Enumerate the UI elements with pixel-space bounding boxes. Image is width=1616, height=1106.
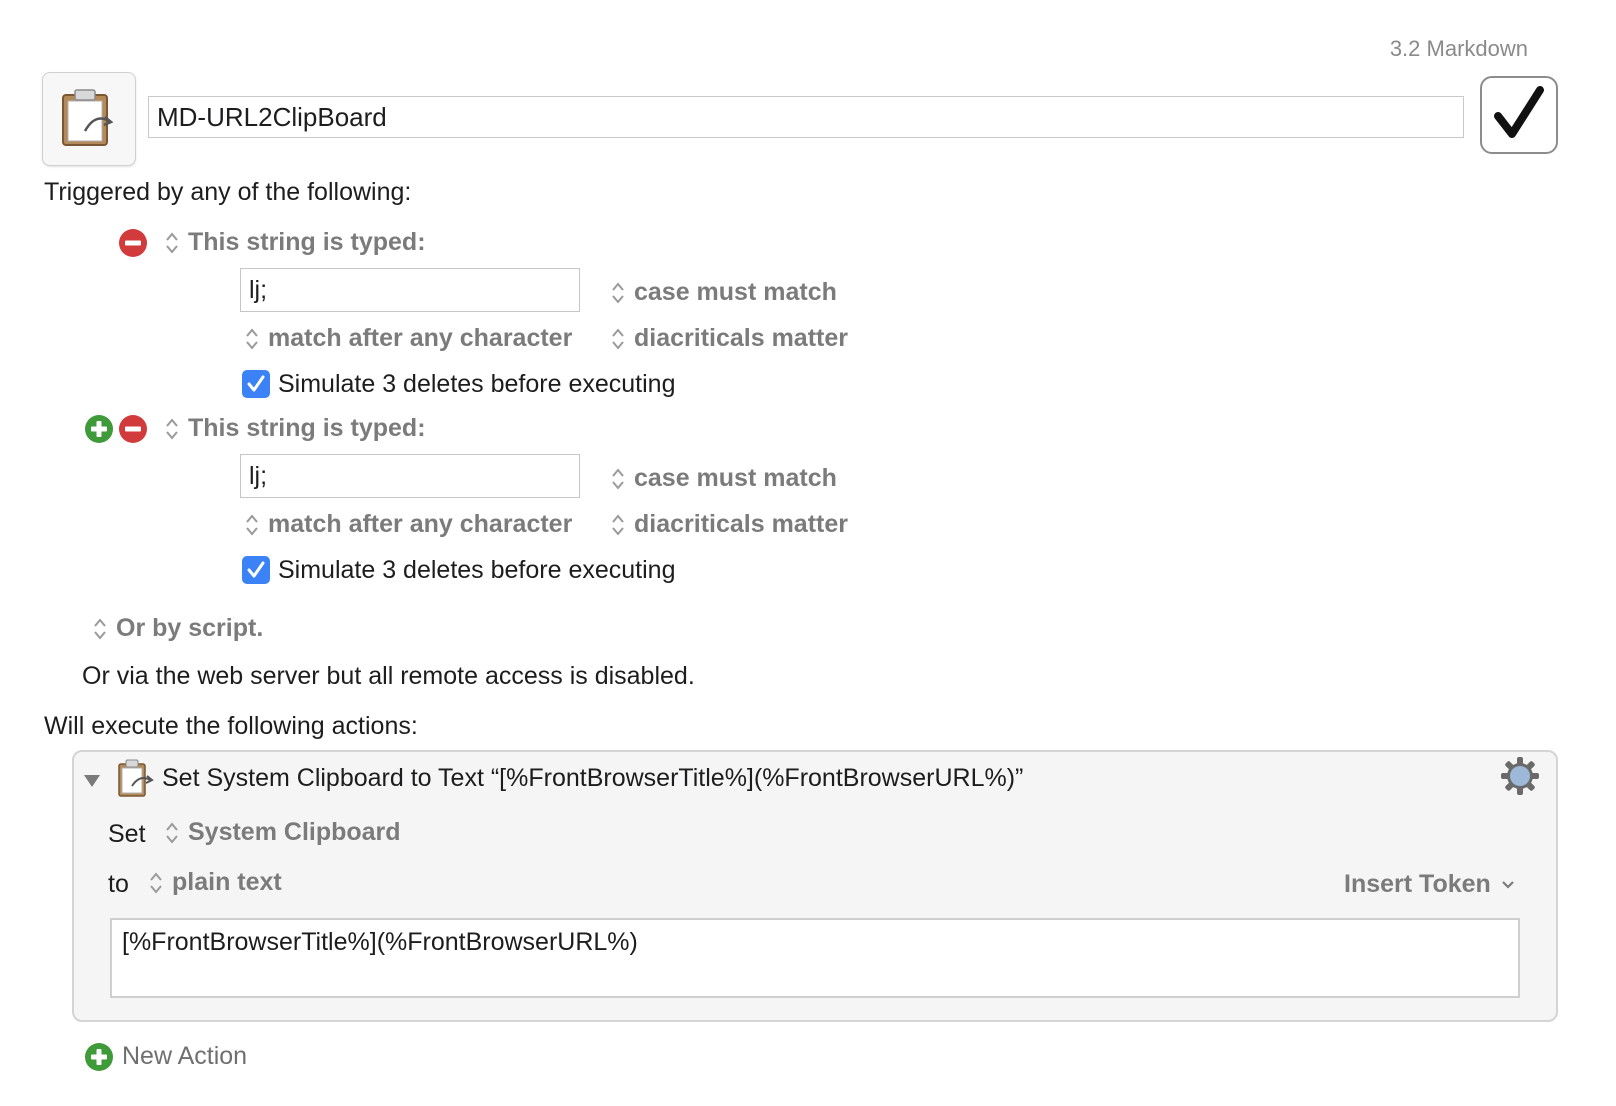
updown-chevron-icon bbox=[244, 511, 260, 539]
clipboard-icon bbox=[118, 759, 154, 797]
trigger-2-string-field[interactable]: lj; bbox=[240, 454, 580, 498]
macro-group-label: 3.2 Markdown bbox=[1389, 36, 1528, 61]
trigger-2-case-label: case must match bbox=[634, 464, 837, 492]
trigger-2-match-popup[interactable]: match after any character bbox=[244, 510, 572, 539]
trigger-1-type-popup[interactable]: This string is typed: bbox=[164, 228, 426, 257]
action-title[interactable]: Set System Clipboard to Text “[%FrontBro… bbox=[162, 764, 1023, 793]
checkmark-icon bbox=[1494, 86, 1544, 138]
trigger-2-match-label: match after any character bbox=[268, 510, 573, 538]
minus-circle-icon bbox=[119, 415, 147, 443]
new-action-button[interactable]: New Action bbox=[122, 1042, 247, 1071]
add-trigger-button[interactable] bbox=[84, 414, 114, 451]
trigger-1-diacritics-label: diacriticals matter bbox=[634, 324, 848, 352]
updown-chevron-icon bbox=[164, 819, 180, 847]
trigger-1-case-label: case must match bbox=[634, 278, 837, 306]
plus-circle-icon bbox=[85, 415, 113, 443]
updown-chevron-icon bbox=[244, 325, 260, 353]
web-server-note: Or via the web server but all remote acc… bbox=[82, 662, 695, 690]
action-gear-button[interactable] bbox=[1500, 756, 1540, 803]
script-trigger-label: Or by script. bbox=[116, 614, 264, 642]
trigger-2-simulate-label: Simulate 3 deletes before executing bbox=[278, 556, 676, 584]
script-trigger-popup[interactable]: Or by script. bbox=[92, 614, 263, 643]
updown-chevron-icon bbox=[610, 465, 626, 493]
remove-trigger-1-button[interactable] bbox=[118, 228, 148, 265]
updown-chevron-icon bbox=[148, 869, 164, 897]
new-action-add-icon[interactable] bbox=[84, 1042, 114, 1079]
clipboard-target-popup[interactable]: System Clipboard bbox=[164, 818, 401, 847]
updown-chevron-icon bbox=[610, 511, 626, 539]
trigger-2-type-label: This string is typed: bbox=[188, 414, 426, 442]
action-clipboard-icon-wrap bbox=[116, 758, 156, 805]
trigger-1-diacritics-popup[interactable]: diacriticals matter bbox=[610, 324, 848, 353]
actions-heading: Will execute the following actions: bbox=[44, 712, 418, 740]
trigger-1-simulate-label: Simulate 3 deletes before executing bbox=[278, 370, 676, 398]
trigger-2-diacritics-label: diacriticals matter bbox=[634, 510, 848, 538]
updown-chevron-icon bbox=[164, 415, 180, 443]
text-format-popup[interactable]: plain text bbox=[148, 868, 282, 897]
trigger-1-simulate-checkbox[interactable] bbox=[242, 370, 270, 398]
plus-circle-icon bbox=[85, 1043, 113, 1071]
insert-token-menu[interactable]: Insert Token bbox=[1344, 870, 1516, 899]
clipboard-icon bbox=[62, 89, 114, 146]
updown-chevron-icon bbox=[610, 279, 626, 307]
action-to-label: to bbox=[108, 870, 129, 898]
trigger-2-case-popup[interactable]: case must match bbox=[610, 464, 837, 493]
chevron-down-icon bbox=[1501, 881, 1514, 889]
macro-icon-well[interactable] bbox=[42, 72, 136, 166]
text-format-label: plain text bbox=[172, 868, 282, 896]
minus-circle-icon bbox=[119, 229, 147, 257]
trigger-1-type-label: This string is typed: bbox=[188, 228, 426, 256]
trigger-2-diacritics-popup[interactable]: diacriticals matter bbox=[610, 510, 848, 539]
macro-name-field[interactable]: MD-URL2ClipBoard bbox=[148, 96, 1464, 138]
trigger-1-case-popup[interactable]: case must match bbox=[610, 278, 837, 307]
macro-enable-toggle[interactable] bbox=[1480, 76, 1558, 154]
insert-token-label: Insert Token bbox=[1344, 870, 1491, 898]
trigger-1-match-label: match after any character bbox=[268, 324, 573, 352]
clipboard-text-area[interactable]: [%FrontBrowserTitle%](%FrontBrowserURL%) bbox=[110, 918, 1520, 998]
trigger-1-string-field[interactable]: lj; bbox=[240, 268, 580, 312]
updown-chevron-icon bbox=[92, 615, 108, 643]
trigger-2-type-popup[interactable]: This string is typed: bbox=[164, 414, 426, 443]
checkmark-icon bbox=[247, 375, 265, 392]
updown-chevron-icon bbox=[610, 325, 626, 353]
updown-chevron-icon bbox=[164, 229, 180, 257]
checkmark-icon bbox=[247, 561, 265, 578]
disclosure-triangle-icon bbox=[84, 775, 100, 787]
trigger-1-match-popup[interactable]: match after any character bbox=[244, 324, 572, 353]
action-disclosure-triangle[interactable] bbox=[82, 768, 102, 797]
triggers-heading: Triggered by any of the following: bbox=[44, 178, 412, 206]
clipboard-target-label: System Clipboard bbox=[188, 818, 401, 846]
action-set-label: Set bbox=[108, 820, 146, 848]
trigger-2-simulate-checkbox[interactable] bbox=[242, 556, 270, 584]
remove-trigger-2-button[interactable] bbox=[118, 414, 148, 451]
gear-icon bbox=[1501, 757, 1539, 795]
